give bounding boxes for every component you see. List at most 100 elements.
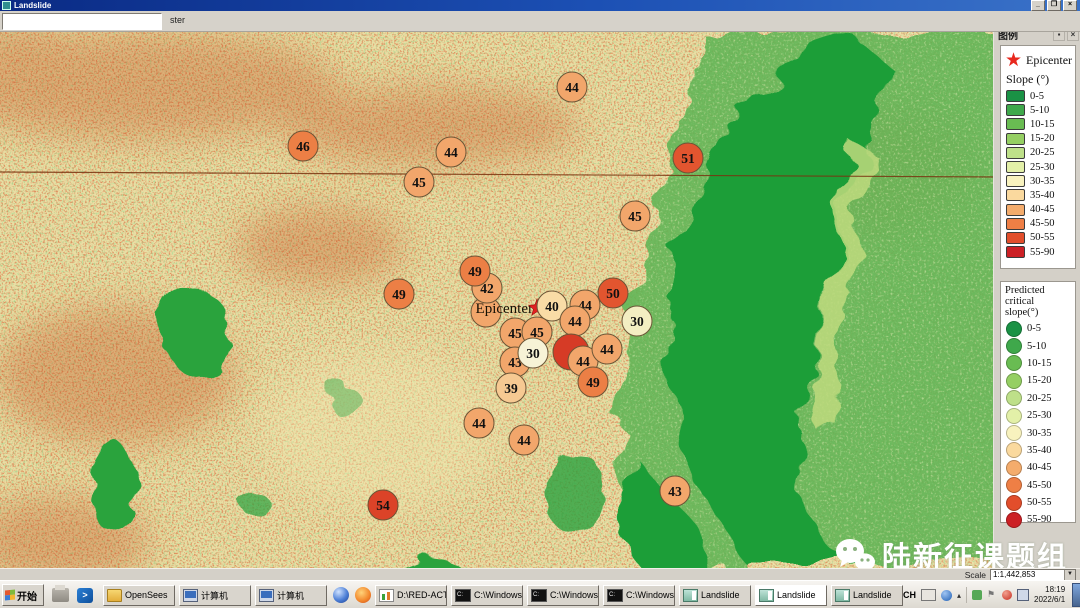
taskbar-button[interactable]: 计算机 bbox=[255, 585, 327, 606]
taskbar-button-label: OpenSees bbox=[125, 590, 168, 600]
window-title: Landslide bbox=[14, 1, 51, 10]
show-desktop-button[interactable] bbox=[1072, 583, 1080, 607]
action-center-flag-icon[interactable] bbox=[987, 590, 997, 600]
critical-class-row: 10-15 bbox=[1001, 355, 1075, 372]
minimize-button[interactable]: _ bbox=[1031, 0, 1045, 11]
critical-class-swatch bbox=[1006, 460, 1022, 476]
critical-class-row: 45-50 bbox=[1001, 477, 1075, 494]
critical-class-list: 0-55-1010-1515-2020-2525-3030-3535-4040-… bbox=[1001, 320, 1075, 529]
landslide-marker-value: 44 bbox=[565, 80, 579, 95]
landslide-marker-value: 43 bbox=[668, 484, 682, 499]
landslide-icon bbox=[759, 589, 774, 602]
computer-icon bbox=[259, 589, 274, 602]
critical-class-swatch bbox=[1006, 495, 1022, 511]
scale-dropdown-icon[interactable]: ▼ bbox=[1064, 570, 1075, 580]
critical-class-row: 15-20 bbox=[1001, 372, 1075, 389]
scale-label: Scale bbox=[965, 570, 986, 580]
critical-class-label: 45-50 bbox=[1027, 480, 1052, 491]
epicenter-legend-label: Epicenter bbox=[1026, 53, 1072, 68]
taskbar-button[interactable]: D:\RED-ACT\... bbox=[375, 585, 447, 606]
critical-class-row: 35-40 bbox=[1001, 442, 1075, 459]
slope-class-row: 40-45 bbox=[1001, 203, 1075, 217]
chart-icon bbox=[379, 589, 394, 602]
slope-legend-title: Slope (°) bbox=[1006, 72, 1075, 87]
landslide-marker-value: 44 bbox=[444, 145, 458, 160]
close-button[interactable]: × bbox=[1063, 0, 1077, 11]
safely-remove-icon[interactable] bbox=[972, 590, 982, 600]
alert-icon[interactable] bbox=[1002, 590, 1012, 600]
critical-class-label: 35-40 bbox=[1027, 445, 1052, 456]
status-bar: Scale 1:1,442,853 ▼ bbox=[0, 568, 1080, 580]
critical-class-swatch bbox=[1006, 321, 1022, 337]
taskbar-button[interactable]: C:C:\Windows\s... bbox=[527, 585, 599, 606]
slope-class-swatch bbox=[1006, 189, 1025, 201]
slope-class-list: 0-55-1010-1515-2020-2525-3030-3535-4040-… bbox=[1001, 89, 1075, 259]
critical-class-swatch bbox=[1006, 512, 1022, 528]
critical-class-row: 20-25 bbox=[1001, 390, 1075, 407]
landslide-marker-value: 44 bbox=[472, 416, 486, 431]
printer-icon[interactable] bbox=[52, 588, 69, 602]
slope-class-row: 10-15 bbox=[1001, 117, 1075, 131]
taskbar-button[interactable]: OpenSees bbox=[103, 585, 175, 606]
title-bar: Landslide _ ❐ × bbox=[0, 0, 1080, 11]
landslide-marker-value: 30 bbox=[526, 346, 540, 361]
taskbar: 开始 > OpenSees计算机计算机D:\RED-ACT\...C:C:\Wi… bbox=[0, 580, 1080, 608]
folder-icon bbox=[107, 589, 122, 602]
sphere-icon[interactable] bbox=[333, 587, 349, 603]
landslide-marker-value: 44 bbox=[576, 354, 590, 369]
landslide-marker-value: 49 bbox=[392, 287, 406, 302]
slope-class-label: 20-25 bbox=[1030, 147, 1055, 158]
critical-class-label: 20-25 bbox=[1027, 393, 1052, 404]
network-icon[interactable] bbox=[1017, 589, 1029, 601]
language-indicator[interactable]: CH bbox=[903, 590, 916, 600]
map-canvas[interactable]: 444644455145494249Epicenter4440503044454… bbox=[0, 31, 1080, 568]
landslide-marker-value: 49 bbox=[468, 264, 482, 279]
taskbar-button[interactable]: Landslide bbox=[679, 585, 751, 606]
computer-icon bbox=[183, 589, 198, 602]
taskbar-button[interactable]: Landslide bbox=[755, 585, 827, 606]
critical-class-label: 15-20 bbox=[1027, 375, 1052, 386]
layer-combobox[interactable] bbox=[2, 13, 162, 30]
taskbar-button[interactable]: Landslide bbox=[831, 585, 903, 606]
application-window: Landslide _ ❐ × ster bbox=[0, 0, 1080, 608]
taskbar-button-label: C:\Windows\s... bbox=[626, 590, 675, 600]
restore-button[interactable]: ❐ bbox=[1047, 0, 1061, 11]
landslide-icon bbox=[683, 589, 698, 602]
cmd-icon: C: bbox=[607, 589, 623, 602]
cmd-icon: C: bbox=[455, 589, 471, 602]
critical-class-swatch bbox=[1006, 373, 1022, 389]
scale-combobox[interactable]: 1:1,442,853 ▼ bbox=[990, 569, 1076, 581]
critical-class-swatch bbox=[1006, 425, 1022, 441]
taskbar-button-label: D:\RED-ACT\... bbox=[397, 590, 447, 600]
landslide-marker-value: 54 bbox=[376, 498, 390, 513]
landslide-marker-value: 50 bbox=[606, 286, 620, 301]
slope-class-row: 45-50 bbox=[1001, 217, 1075, 231]
critical-class-label: 30-35 bbox=[1027, 428, 1052, 439]
tray-expand-icon[interactable]: ▴ bbox=[957, 591, 961, 600]
taskbar-clock[interactable]: 18:19 2022/6/1 bbox=[1034, 585, 1065, 605]
slope-class-swatch bbox=[1006, 147, 1025, 159]
cmd-icon: C: bbox=[531, 589, 547, 602]
critical-class-row: 0-5 bbox=[1001, 320, 1075, 337]
critical-class-label: 5-10 bbox=[1027, 341, 1046, 352]
taskbar-button-label: 计算机 bbox=[277, 589, 304, 602]
powershell-icon[interactable]: > bbox=[77, 588, 93, 603]
slope-class-row: 0-5 bbox=[1001, 89, 1075, 103]
taskbar-button-label: Landslide bbox=[777, 590, 816, 600]
taskbar-button[interactable]: 计算机 bbox=[179, 585, 251, 606]
firefox-icon[interactable] bbox=[355, 587, 371, 603]
taskbar-button[interactable]: C:C:\Windows\s... bbox=[451, 585, 523, 606]
taskbar-button[interactable]: C:C:\Windows\s... bbox=[603, 585, 675, 606]
critical-class-label: 10-15 bbox=[1027, 358, 1052, 369]
slope-class-label: 0-5 bbox=[1030, 91, 1044, 102]
critical-class-label: 0-5 bbox=[1027, 323, 1041, 334]
ime-icon[interactable] bbox=[941, 590, 952, 601]
epicenter-map-label: Epicenter bbox=[476, 301, 533, 317]
app-icon bbox=[2, 1, 11, 10]
toolbar-label: ster bbox=[170, 15, 185, 25]
slope-class-swatch bbox=[1006, 204, 1025, 216]
critical-slope-legend-card: Predicted critical slope(°) 0-55-1010-15… bbox=[1000, 281, 1076, 523]
keyboard-icon[interactable] bbox=[921, 589, 936, 601]
start-button[interactable]: 开始 bbox=[2, 584, 44, 606]
slope-class-row: 50-55 bbox=[1001, 231, 1075, 245]
